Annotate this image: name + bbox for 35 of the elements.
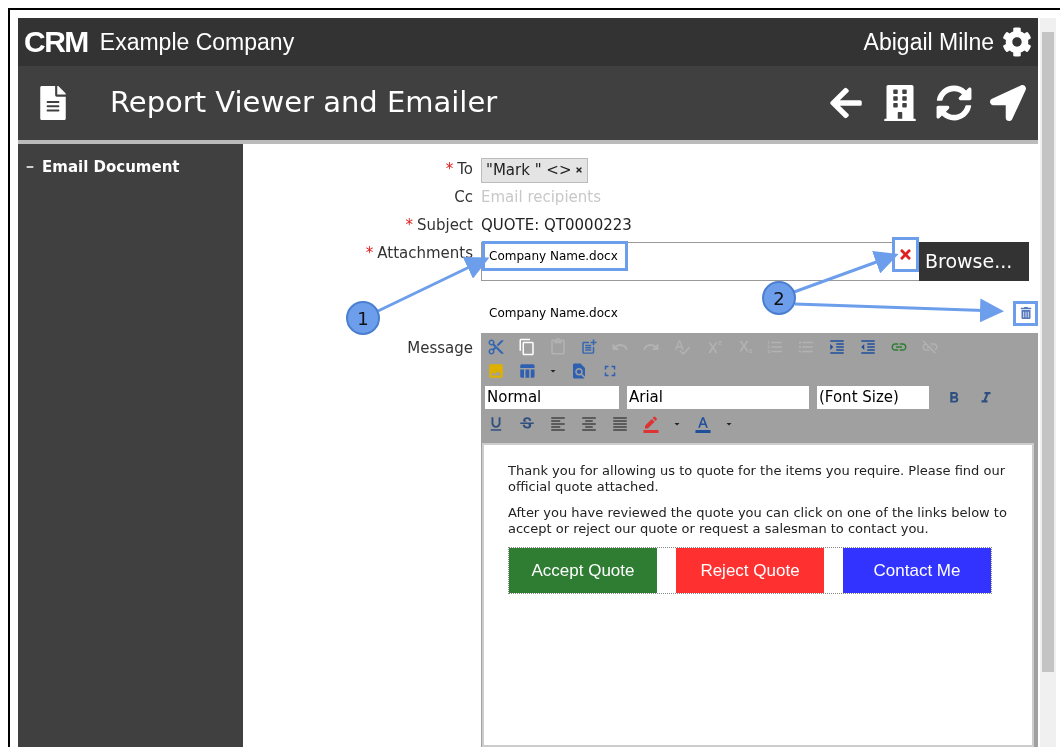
required-asterisk: * bbox=[445, 159, 454, 180]
format-select[interactable]: (Font Size) bbox=[817, 386, 929, 409]
back-arrow-icon[interactable] bbox=[828, 85, 864, 121]
quote-link-button[interactable]: Contact Me bbox=[843, 548, 991, 593]
required-asterisk: * bbox=[405, 215, 413, 236]
logo: CRM bbox=[24, 27, 88, 57]
quote-link-button[interactable]: Reject Quote bbox=[676, 548, 824, 593]
attachment-name: Company Name.docx bbox=[489, 305, 618, 322]
format-select[interactable]: Arial bbox=[627, 386, 809, 409]
remove-icon[interactable] bbox=[575, 166, 584, 175]
company-name: Example Company bbox=[99, 27, 295, 57]
user-name[interactable]: Abigail Milne bbox=[863, 24, 994, 60]
clear-icon[interactable] bbox=[892, 237, 919, 272]
navigation-arrow-icon[interactable] bbox=[990, 85, 1026, 121]
page-title: Report Viewer and Emailer bbox=[110, 84, 498, 122]
settings-icon[interactable] bbox=[1002, 27, 1032, 57]
field-label: Message bbox=[407, 338, 473, 359]
sidebar-item[interactable]: Email Document bbox=[26, 156, 243, 179]
refresh-icon[interactable] bbox=[936, 85, 972, 121]
field-label: Cc bbox=[454, 187, 473, 208]
building-icon[interactable] bbox=[882, 85, 918, 121]
quote-link-button[interactable]: Accept Quote bbox=[509, 548, 657, 593]
browse-button[interactable]: Browse... bbox=[919, 242, 1029, 281]
field-label: Subject bbox=[416, 215, 473, 236]
recipient-chip[interactable]: "Mark " <> bbox=[481, 158, 589, 183]
message-paragraph: After you have reviewed the quote you can click on one of the links below to accept or reject our quote or request a salesman to contact you. bbox=[508, 505, 1008, 537]
attachment-filename: Company Name.docx bbox=[482, 241, 628, 271]
field-label: To bbox=[457, 159, 473, 180]
required-asterisk: * bbox=[365, 243, 374, 264]
message-paragraph: Thank you for allowing us to quote for the items you require. Please find our official quote attached. bbox=[508, 463, 1006, 495]
format-select[interactable]: Normal bbox=[485, 386, 619, 409]
delete-icon[interactable] bbox=[1013, 300, 1038, 326]
subject-value: QUOTE: QT0000223 bbox=[481, 215, 632, 236]
scrollbar[interactable] bbox=[1040, 18, 1056, 747]
field-label: Attachments bbox=[377, 243, 473, 264]
